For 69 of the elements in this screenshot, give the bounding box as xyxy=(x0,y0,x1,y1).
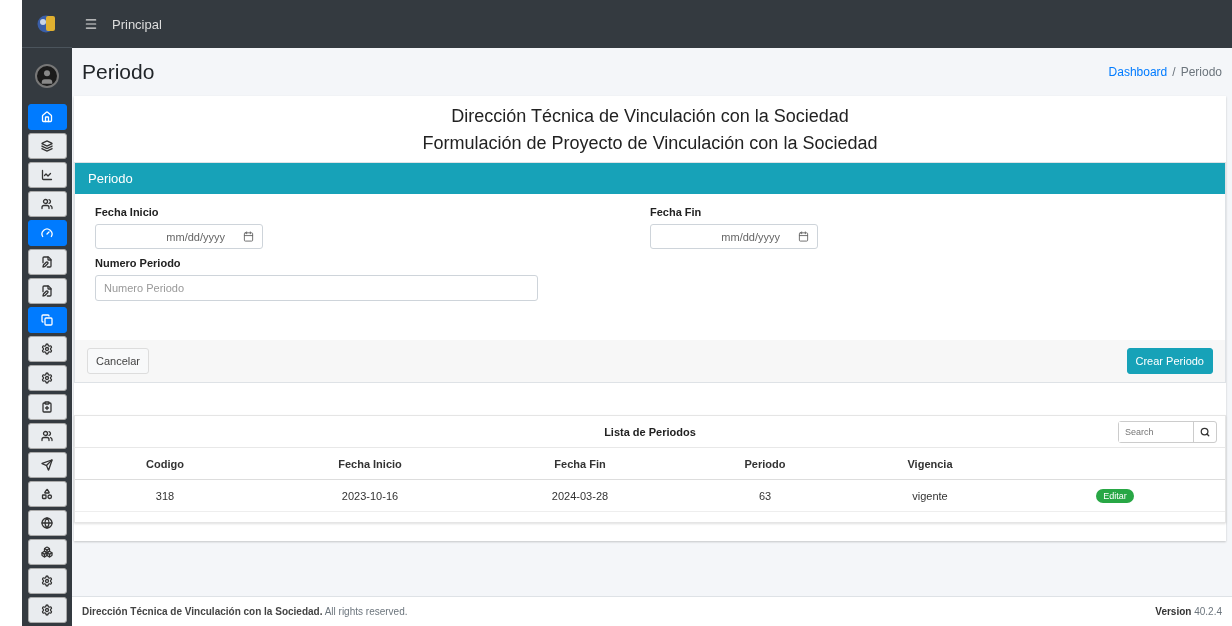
sidebar-item[interactable] xyxy=(27,481,67,507)
sidebar-item[interactable] xyxy=(27,539,67,565)
heading: Formulación de Proyecto de Vinculación con la Sociedad xyxy=(422,132,878,155)
sidebar-item[interactable] xyxy=(27,365,67,391)
table-cell-text: 2023-10-16 xyxy=(340,489,400,502)
table-title: Lista de Periodos xyxy=(604,425,696,438)
search-field[interactable]: Search xyxy=(1118,421,1217,443)
column-header: Fecha Fin xyxy=(553,457,607,470)
field-label: Numero Periodo xyxy=(95,257,182,269)
field-label: Fecha Fin xyxy=(650,206,703,218)
edit-icon xyxy=(41,285,53,297)
table-cell-text: 63 xyxy=(757,489,773,502)
sidebar-item[interactable] xyxy=(27,278,67,304)
version-text: Version 40.2.4 xyxy=(1155,606,1222,617)
send-icon xyxy=(41,459,53,471)
calendar-icon[interactable] xyxy=(243,231,254,242)
sidebar-item[interactable] xyxy=(27,423,67,449)
users-icon xyxy=(41,430,53,442)
column-header: Fecha Inicio xyxy=(337,457,403,470)
field-label: Fecha Inicio xyxy=(95,206,160,218)
shapes-icon xyxy=(41,488,53,500)
column-header: Periodo xyxy=(743,457,787,470)
cancel-button[interactable]: Cancelar xyxy=(87,348,150,374)
table-cell-text: vigente xyxy=(911,489,949,502)
sidebar-item[interactable] xyxy=(27,394,67,420)
page-title: Periodo xyxy=(82,60,155,84)
input-field[interactable]: Numero Periodo xyxy=(95,275,538,301)
sidebar-item[interactable] xyxy=(27,452,67,478)
menu-icon[interactable] xyxy=(84,17,98,31)
table-cell-text: 2024-03-28 xyxy=(550,489,610,502)
sidebar-item[interactable] xyxy=(27,191,67,217)
date-field[interactable]: mm/dd/yyyy xyxy=(650,224,818,249)
table-cell-text: 318 xyxy=(154,489,176,502)
sidebar-item[interactable] xyxy=(27,336,67,362)
sidebar-item[interactable] xyxy=(27,597,67,623)
settings-icon xyxy=(41,372,53,384)
sidebar-item[interactable] xyxy=(27,307,67,333)
breadcrumb-link[interactable]: Dashboard xyxy=(1108,65,1168,79)
home-icon xyxy=(41,111,53,123)
breadcrumb-separator: / xyxy=(1172,65,1176,79)
date-field[interactable]: mm/dd/yyyy xyxy=(95,224,263,249)
sidebar-item[interactable] xyxy=(27,133,67,159)
settings-icon xyxy=(41,343,53,355)
line-chart-icon xyxy=(41,169,53,181)
sidebar-item[interactable] xyxy=(27,220,67,246)
sidebar-item[interactable] xyxy=(27,162,67,188)
clipboard-icon xyxy=(41,401,53,413)
heading: Dirección Técnica de Vinculación con la Sociedad xyxy=(451,105,849,128)
column-header: Codigo xyxy=(145,457,185,470)
globe-icon xyxy=(41,517,53,529)
settings-icon xyxy=(41,604,53,616)
gauge-icon xyxy=(41,227,53,239)
sidebar-item[interactable] xyxy=(27,104,67,130)
edit-icon xyxy=(41,256,53,268)
calendar-icon[interactable] xyxy=(798,231,809,242)
boxes-icon xyxy=(41,546,53,558)
nav-link[interactable]: Principal xyxy=(112,16,162,32)
user-avatar[interactable] xyxy=(35,64,59,88)
breadcrumb-current: Periodo xyxy=(1180,65,1222,79)
column-header: Vigencia xyxy=(906,457,954,470)
sidebar-item[interactable] xyxy=(27,568,67,594)
users-icon xyxy=(41,198,53,210)
footer-text: Dirección Técnica de Vinculación con la Sociedad. All rights reserved. xyxy=(82,606,408,617)
settings-icon xyxy=(41,575,53,587)
layers-icon xyxy=(41,140,53,152)
sidebar-item[interactable] xyxy=(27,510,67,536)
card-header: Periodo xyxy=(75,163,1225,194)
copy-icon xyxy=(41,314,53,326)
sidebar-item[interactable] xyxy=(27,249,67,275)
